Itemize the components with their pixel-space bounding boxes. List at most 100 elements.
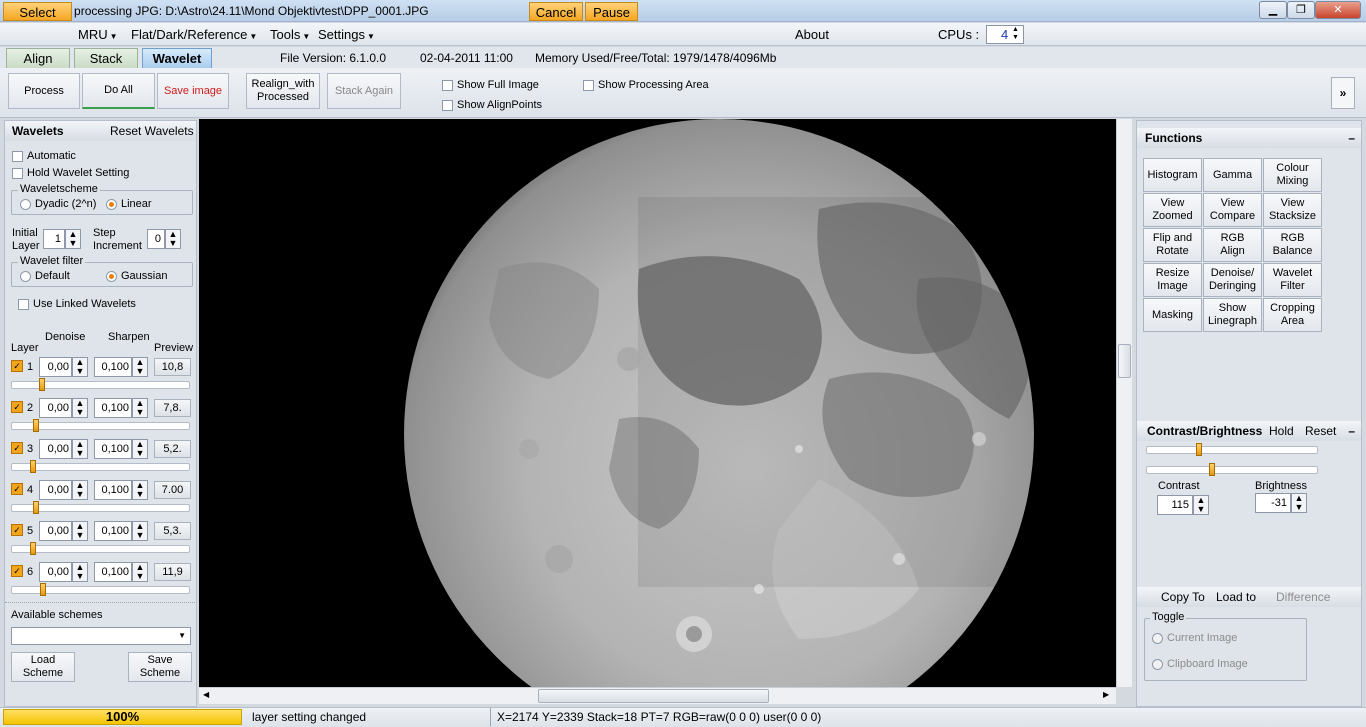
denoise-spinner-icon[interactable]: ▲ ▼	[72, 439, 88, 459]
radio-circle[interactable]	[106, 198, 117, 210]
expand-panel-button[interactable]: »	[1331, 77, 1355, 109]
scroll-right-icon[interactable]: ▶	[1103, 690, 1109, 699]
use-linked-wavelets-checkbox[interactable]: Use Linked Wavelets	[18, 298, 136, 310]
step-increment-spinner-icon[interactable]: ▲ ▼	[165, 229, 181, 249]
sharpen-spinner-icon[interactable]: ▲ ▼	[132, 521, 148, 541]
function-button[interactable]: View Zoomed	[1143, 193, 1202, 227]
function-button[interactable]: View Stacksize	[1263, 193, 1322, 227]
denoise-input[interactable]: 0,00	[39, 398, 72, 418]
horizontal-scrollbar[interactable]: ◀ ▶	[199, 687, 1116, 704]
tab-wavelet[interactable]: Wavelet	[142, 48, 212, 68]
layer-enable-checkbox[interactable]: ✓	[11, 360, 23, 372]
layer-enable-checkbox[interactable]: ✓	[11, 483, 23, 495]
sharpen-input[interactable]: 0,100	[94, 357, 132, 377]
current-image-radio[interactable]: Current Image	[1152, 632, 1237, 644]
denoise-input[interactable]: 0,00	[39, 480, 72, 500]
layer-enable-checkbox[interactable]: ✓	[11, 565, 23, 577]
cpus-spinner-icon[interactable]: ▲ ▼	[1012, 26, 1019, 42]
hold-wavelet-checkbox[interactable]: Hold Wavelet Setting	[12, 167, 129, 179]
show-alignpoints-checkbox[interactable]: Show AlignPoints	[442, 99, 542, 111]
function-button[interactable]: Resize Image	[1143, 263, 1202, 297]
function-button[interactable]: Flip and Rotate	[1143, 228, 1202, 262]
reset-contrast-button[interactable]: Reset	[1305, 421, 1336, 441]
sharpen-input[interactable]: 0,100	[94, 562, 132, 582]
linear-radio[interactable]: Linear	[106, 198, 152, 210]
radio-circle[interactable]	[106, 270, 117, 282]
denoise-spinner-icon[interactable]: ▲ ▼	[72, 357, 88, 377]
contrast-input[interactable]: 115	[1157, 495, 1193, 515]
radio-circle[interactable]	[20, 198, 31, 210]
denoise-spinner-icon[interactable]: ▲ ▼	[72, 398, 88, 418]
checkbox-box[interactable]	[442, 79, 453, 91]
dyadic-radio[interactable]: Dyadic (2^n)	[20, 198, 96, 210]
function-button[interactable]: View Compare	[1203, 193, 1262, 227]
show-full-image-checkbox[interactable]: Show Full Image	[442, 79, 539, 91]
function-button[interactable]: Colour Mixing	[1263, 158, 1322, 192]
sharpen-input[interactable]: 0,100	[94, 480, 132, 500]
layer-slider-track[interactable]	[11, 463, 190, 471]
function-button[interactable]: Cropping Area	[1263, 298, 1322, 332]
sharpen-spinner-icon[interactable]: ▲ ▼	[132, 357, 148, 377]
automatic-checkbox[interactable]: Automatic	[12, 150, 76, 162]
function-button[interactable]: Denoise/Deringing	[1203, 263, 1262, 297]
denoise-spinner-icon[interactable]: ▲ ▼	[72, 521, 88, 541]
checkbox-box[interactable]	[18, 298, 29, 310]
menu-settings[interactable]: Settings ▼	[314, 25, 379, 44]
minimize-button[interactable]: ▁	[1259, 1, 1287, 19]
layer-slider-thumb[interactable]	[33, 501, 39, 514]
layer-slider-thumb[interactable]	[30, 542, 36, 555]
tab-stack[interactable]: Stack	[74, 48, 138, 68]
sharpen-spinner-icon[interactable]: ▲ ▼	[132, 562, 148, 582]
cancel-button[interactable]: Cancel	[529, 2, 583, 21]
layer-enable-checkbox[interactable]: ✓	[11, 524, 23, 536]
function-button[interactable]: Masking	[1143, 298, 1202, 332]
radio-circle[interactable]	[1152, 632, 1163, 644]
denoise-spinner-icon[interactable]: ▲ ▼	[72, 480, 88, 500]
checkbox-box[interactable]	[442, 99, 453, 111]
function-button[interactable]: Wavelet Filter	[1263, 263, 1322, 297]
denoise-input[interactable]: 0,00	[39, 439, 72, 459]
layer-preview-button[interactable]: 7.00	[154, 481, 191, 499]
brightness-spinner-icon[interactable]: ▲ ▼	[1291, 493, 1307, 513]
menu-tools[interactable]: Tools ▼	[266, 25, 314, 44]
layer-slider-track[interactable]	[11, 545, 190, 553]
reset-wavelets-button[interactable]: Reset Wavelets	[110, 124, 194, 138]
load-to-button[interactable]: Load to	[1216, 587, 1256, 607]
layer-slider-thumb[interactable]	[39, 378, 45, 391]
close-button[interactable]: ✕	[1315, 1, 1361, 19]
sharpen-input[interactable]: 0,100	[94, 439, 132, 459]
tab-align[interactable]: Align	[6, 48, 70, 68]
checkbox-box[interactable]	[12, 167, 23, 179]
copy-to-button[interactable]: Copy To	[1161, 587, 1205, 607]
menu-flat-dark-reference[interactable]: Flat/Dark/Reference ▼	[127, 25, 261, 44]
function-button[interactable]: Histogram	[1143, 158, 1202, 192]
sharpen-spinner-icon[interactable]: ▲ ▼	[132, 398, 148, 418]
contrast-slider-thumb[interactable]	[1196, 443, 1202, 456]
function-button[interactable]: Show Linegraph	[1203, 298, 1262, 332]
load-scheme-button[interactable]: Load Scheme	[11, 652, 75, 682]
gaussian-filter-radio[interactable]: Gaussian	[106, 270, 167, 282]
collapse-icon[interactable]: –	[1348, 421, 1355, 441]
save-image-button[interactable]: Save image	[157, 73, 229, 109]
brightness-input[interactable]: -31	[1255, 493, 1291, 513]
layer-enable-checkbox[interactable]: ✓	[11, 401, 23, 413]
checkbox-box[interactable]	[12, 150, 23, 162]
layer-slider-thumb[interactable]	[30, 460, 36, 473]
process-button[interactable]: Process	[8, 73, 80, 109]
clipboard-image-radio[interactable]: Clipboard Image	[1152, 658, 1248, 670]
default-filter-radio[interactable]: Default	[20, 270, 70, 282]
sharpen-input[interactable]: 0,100	[94, 398, 132, 418]
brightness-slider-thumb[interactable]	[1209, 463, 1215, 476]
difference-button[interactable]: Difference	[1276, 587, 1330, 607]
vertical-scroll-thumb[interactable]	[1118, 344, 1131, 378]
denoise-input[interactable]: 0,00	[39, 357, 72, 377]
sharpen-spinner-icon[interactable]: ▲ ▼	[132, 439, 148, 459]
brightness-slider-track[interactable]	[1146, 466, 1318, 474]
do-all-button[interactable]: Do All	[82, 73, 155, 109]
contrast-spinner-icon[interactable]: ▲ ▼	[1193, 495, 1209, 515]
realign-processed-button[interactable]: Realign_with Processed	[246, 73, 320, 109]
function-button[interactable]: RGB Align	[1203, 228, 1262, 262]
hold-contrast-button[interactable]: Hold	[1269, 421, 1294, 441]
layer-preview-button[interactable]: 5,2.	[154, 440, 191, 458]
initial-layer-input[interactable]: 1	[43, 229, 65, 249]
